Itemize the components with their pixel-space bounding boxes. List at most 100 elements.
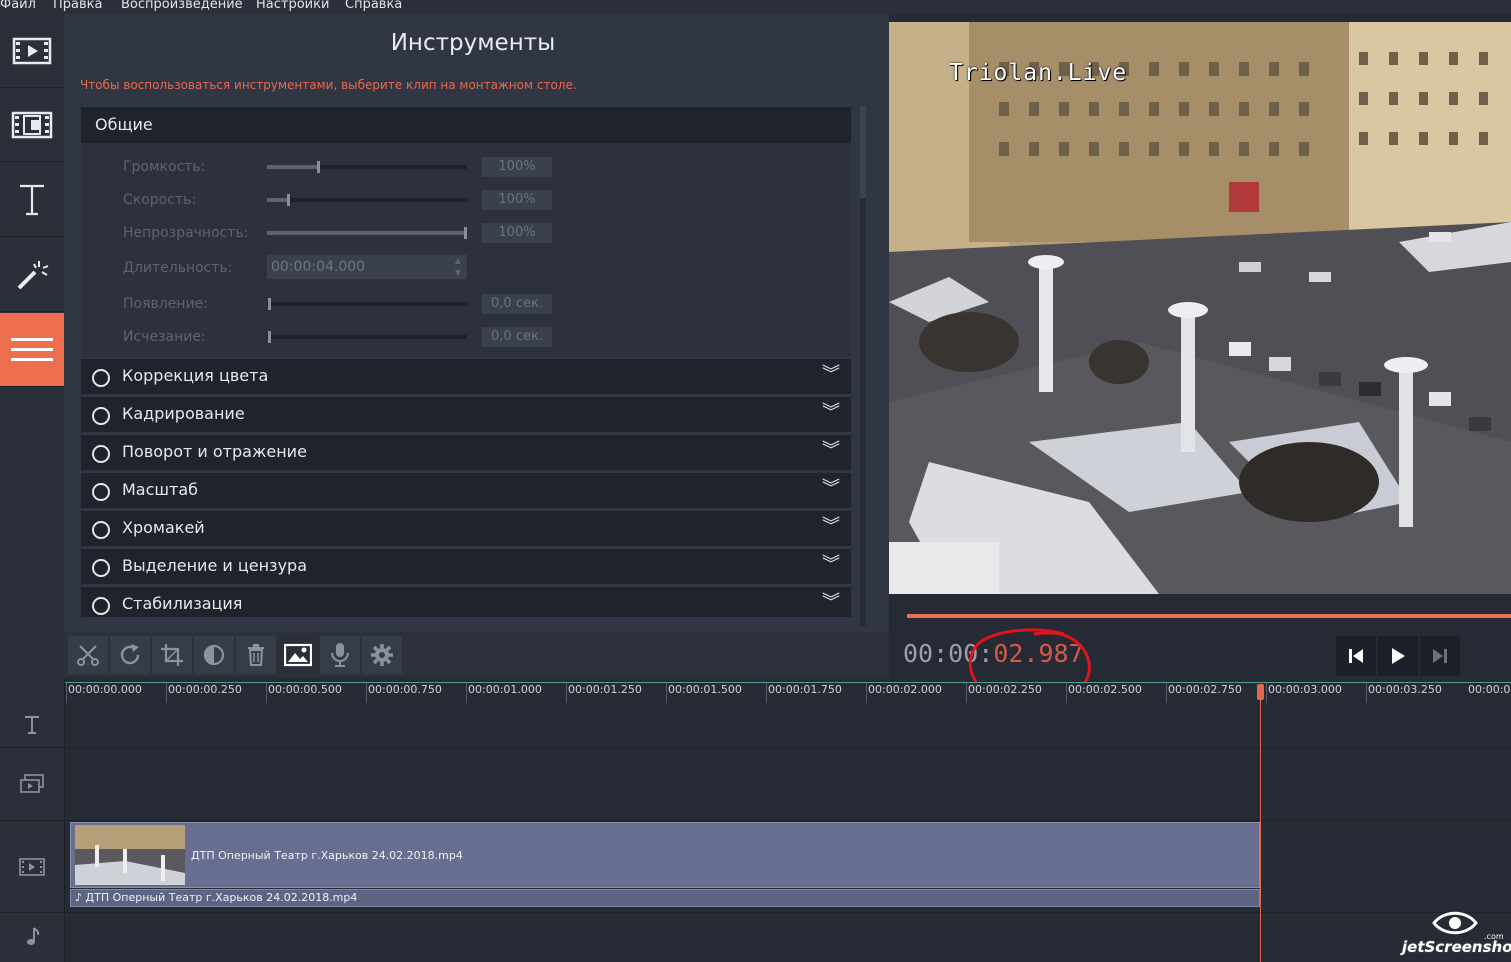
sidebar-titles[interactable] xyxy=(0,163,64,237)
section-stabilization[interactable]: Стабилизация ︾ xyxy=(81,587,851,617)
section-chromakey[interactable]: Хромакей ︾ xyxy=(81,511,851,546)
ruler-tick: 00:00:02.500 xyxy=(1066,683,1142,703)
music-note-icon xyxy=(27,927,40,945)
timeline-audio-clip[interactable]: ♪ ДТП Оперный Театр г.Харьков 24.02.2018… xyxy=(70,889,1260,907)
record-voice-button[interactable] xyxy=(320,636,360,674)
cut-button[interactable] xyxy=(68,636,108,674)
playhead-handle[interactable] xyxy=(1257,684,1264,700)
section-label: Стабилизация xyxy=(122,594,243,613)
opacity-slider[interactable] xyxy=(267,227,467,239)
gear-icon xyxy=(371,644,393,666)
ruler-tick: 00:00:00.500 xyxy=(266,683,342,703)
tools-hint: Чтобы воспользоваться инструментами, выб… xyxy=(80,78,577,92)
video-preview[interactable]: Triolan.Live xyxy=(889,22,1511,594)
duration-field[interactable]: 00:00:04.000 ▲ ▼ xyxy=(267,255,467,279)
ruler-tick: 00:00:00.750 xyxy=(366,683,442,703)
menu-settings[interactable]: Настройки xyxy=(256,0,329,12)
volume-slider[interactable] xyxy=(267,161,467,173)
radio-icon[interactable] xyxy=(92,407,110,425)
general-section-label: Общие xyxy=(95,115,153,134)
menu-edit[interactable]: Правка xyxy=(53,0,102,12)
playhead-line[interactable] xyxy=(1260,686,1261,962)
radio-icon[interactable] xyxy=(92,445,110,463)
fadeout-value[interactable]: 0,0 сек. xyxy=(482,327,552,347)
double-chevron-down-icon[interactable]: ︾ xyxy=(822,366,840,384)
clip-thumbnail xyxy=(75,825,185,885)
double-chevron-down-icon[interactable]: ︾ xyxy=(822,518,840,536)
preview-area: Triolan.Live 00:00:02.987 xyxy=(889,14,1511,704)
double-chevron-down-icon[interactable]: ︾ xyxy=(822,480,840,498)
timeline-ruler[interactable]: 00:00:00.000 00:00:00.250 00:00:00.500 0… xyxy=(64,682,1511,705)
import-icon xyxy=(12,37,52,64)
speed-slider[interactable] xyxy=(267,194,467,206)
clip-name: ДТП Оперный Театр г.Харьков 24.02.2018.m… xyxy=(191,849,463,862)
speed-value[interactable]: 100% xyxy=(482,190,552,210)
image-icon xyxy=(284,643,312,667)
color-icon xyxy=(203,644,225,666)
tools-scroll-thumb[interactable] xyxy=(860,106,866,198)
volume-slider-thumb[interactable] xyxy=(317,161,320,173)
track-divider xyxy=(0,912,1511,913)
fadeout-slider-thumb[interactable] xyxy=(268,331,271,343)
tools-title: Инструменты xyxy=(390,30,556,56)
delete-button[interactable] xyxy=(236,636,276,674)
radio-icon[interactable] xyxy=(92,369,110,387)
section-censor[interactable]: Выделение и цензура ︾ xyxy=(81,549,851,584)
section-crop[interactable]: Кадрирование ︾ xyxy=(81,397,851,432)
speed-slider-thumb[interactable] xyxy=(287,194,290,206)
tools-scrollbar[interactable] xyxy=(860,106,866,626)
video-track-head xyxy=(0,857,64,877)
crop-button[interactable] xyxy=(152,636,192,674)
image-button[interactable] xyxy=(278,636,318,674)
menu-help[interactable]: Справка xyxy=(345,0,402,12)
speed-label: Скорость: xyxy=(123,192,197,208)
radio-icon[interactable] xyxy=(92,483,110,501)
color-adjust-button[interactable] xyxy=(194,636,234,674)
double-chevron-down-icon[interactable]: ︾ xyxy=(822,556,840,574)
general-section-header[interactable]: Общие xyxy=(81,107,851,143)
opacity-slider-thumb[interactable] xyxy=(464,227,467,239)
ruler-tick: 00:00:01.000 xyxy=(466,683,542,703)
rotate-button[interactable] xyxy=(110,636,150,674)
titles-icon xyxy=(20,184,44,215)
video-track-icon xyxy=(19,858,45,876)
fadein-slider-thumb[interactable] xyxy=(268,298,271,310)
eye-logo-icon xyxy=(1432,911,1478,935)
radio-icon[interactable] xyxy=(92,597,110,615)
section-scale[interactable]: Масштаб ︾ xyxy=(81,473,851,508)
play-button[interactable] xyxy=(1378,636,1418,676)
microphone-icon xyxy=(331,643,349,667)
skip-back-button[interactable] xyxy=(1336,636,1376,676)
audio-clip-name: ♪ ДТП Оперный Театр г.Харьков 24.02.2018… xyxy=(75,891,358,904)
menu-file[interactable]: Файл xyxy=(0,0,36,12)
volume-value[interactable]: 100% xyxy=(482,157,552,177)
radio-icon[interactable] xyxy=(92,559,110,577)
fadein-value[interactable]: 0,0 сек. xyxy=(482,294,552,314)
ruler-tick: 00:00:02.750 xyxy=(1166,683,1242,703)
sidebar-more-tools[interactable] xyxy=(0,313,64,387)
fadeout-slider[interactable] xyxy=(267,331,467,343)
text-track-head xyxy=(0,715,64,735)
section-label: Поворот и отражение xyxy=(122,442,307,461)
sidebar-filters[interactable] xyxy=(0,88,64,162)
skip-back-icon xyxy=(1349,649,1363,663)
double-chevron-down-icon[interactable]: ︾ xyxy=(822,594,840,612)
sidebar-import[interactable] xyxy=(0,14,64,88)
playback-progress-bar[interactable] xyxy=(907,614,1511,618)
duration-value: 00:00:04.000 xyxy=(271,259,366,275)
section-color-correction[interactable]: Коррекция цвета ︾ xyxy=(81,359,851,394)
opacity-value[interactable]: 100% xyxy=(482,223,552,243)
timeline-video-clip[interactable]: ДТП Оперный Театр г.Харьков 24.02.2018.m… xyxy=(70,822,1260,888)
ruler-tick: 00:00:03.500 xyxy=(1468,683,1511,696)
menu-playback[interactable]: Воспроизведение xyxy=(121,0,243,12)
fadein-slider[interactable] xyxy=(267,298,467,310)
duration-spinner-icon[interactable]: ▲ ▼ xyxy=(455,255,461,279)
section-rotate[interactable]: Поворот и отражение ︾ xyxy=(81,435,851,470)
sidebar-transitions[interactable] xyxy=(0,238,64,312)
double-chevron-down-icon[interactable]: ︾ xyxy=(822,404,840,422)
clip-settings-button[interactable] xyxy=(362,636,402,674)
skip-forward-button[interactable] xyxy=(1420,636,1460,676)
double-chevron-down-icon[interactable]: ︾ xyxy=(822,442,840,460)
radio-icon[interactable] xyxy=(92,521,110,539)
more-tools-icon xyxy=(11,337,53,361)
